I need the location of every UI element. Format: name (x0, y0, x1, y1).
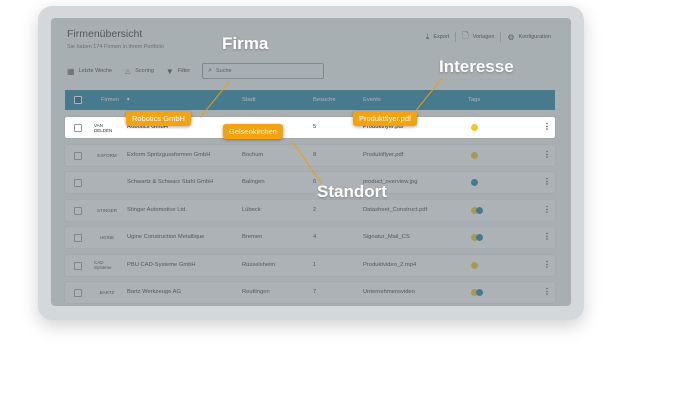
city: Bremen (242, 234, 263, 240)
table-row[interactable]: BARTZ Bartz Werkzeuge AG Reutlingen 7 Untern… (65, 282, 555, 303)
visits: 8 (313, 151, 317, 158)
header-tags[interactable]: Tags (468, 97, 480, 103)
callout-standort-value: Gelsenkirchen (223, 124, 283, 139)
filter-label: Filter (177, 68, 191, 74)
top-actions: ⤓ Export 🗋 Vorlagen ⚙ Konfiguration (420, 30, 557, 44)
tag-dot[interactable] (471, 151, 478, 159)
search-input[interactable]: ⌕ Suche (202, 63, 325, 79)
konfiguration-label: Konfiguration (518, 34, 551, 40)
table-row[interactable]: STINGER Stinger Automotive Ltd. Lübeck 2 Dat… (65, 199, 555, 221)
event[interactable]: Unternehmensvideo (363, 289, 415, 295)
table-row[interactable]: CAD Systeme PBU CAD-Systeme GmbH Rüsselshe… (65, 254, 555, 276)
city: Balingen (242, 179, 265, 185)
document-icon: 🗋 (462, 31, 469, 40)
event[interactable]: Produktflyer.pdf (363, 152, 403, 158)
table-row[interactable]: EXFORM Exform Spritzgussformen GmbH Bochum… (65, 144, 555, 166)
callout-interesse-value: Produktflyer.pdf (353, 111, 418, 126)
more-options-icon[interactable]: ⋮ (543, 232, 551, 241)
tag-dot[interactable] (471, 179, 478, 186)
company-logo (94, 176, 120, 189)
table-row[interactable]: Schwartz & Schwarz Stahl GmbH Balingen 6 pr… (65, 172, 555, 193)
period-button[interactable]: ▦ Letzte Woche (67, 67, 112, 76)
header-besuche[interactable]: Besuche (313, 97, 336, 103)
page-title: Firmenübersicht (67, 28, 143, 40)
company-name[interactable]: Stinger Automotive Ltd. (127, 207, 187, 213)
header-stadt[interactable]: Stadt (242, 97, 256, 103)
vorlagen-label: Vorlagen (472, 34, 495, 40)
company-logo: STINGER (96, 207, 117, 213)
company-logo: EXFORM (97, 152, 117, 158)
download-icon: ⤓ (425, 32, 430, 41)
tag-dot[interactable] (476, 206, 483, 214)
city: Reutlingen (242, 289, 270, 295)
scoring-button[interactable]: ♨ Scoring (124, 67, 154, 76)
more-options-icon[interactable]: ⋮ (543, 150, 551, 159)
header-events[interactable]: Events (363, 97, 381, 103)
annotation-standort: Standort (317, 182, 387, 201)
flame-icon: ♨ (124, 66, 132, 76)
visits: 4 (313, 234, 317, 240)
search-icon: ⌕ (208, 67, 212, 74)
more-options-icon[interactable]: ⋮ (543, 177, 551, 186)
more-options-icon[interactable]: ⋮ (543, 260, 551, 269)
tag-dot[interactable] (476, 234, 483, 241)
row-checkbox[interactable] (74, 206, 82, 215)
gear-icon: ⚙ (507, 32, 515, 42)
company-name[interactable]: Ugine Construction Metallique (127, 234, 204, 240)
event[interactable]: Signatur_Mail_CS (363, 234, 410, 240)
company-logo: BARTZ (99, 290, 115, 295)
event[interactable]: Produktvideo_2.mp4 (363, 262, 416, 268)
annotation-interesse: Interesse (439, 57, 514, 76)
konfiguration-button[interactable]: ⚙ Konfiguration (501, 33, 557, 42)
tag-dot[interactable] (471, 261, 478, 269)
company-name[interactable]: Exform Spritzgussformen GmbH (127, 152, 210, 158)
row-checkbox[interactable] (74, 261, 82, 270)
table-row[interactable]: UGINE Ugine Construction Metallique Bremen… (65, 227, 555, 248)
select-all-checkbox[interactable] (74, 96, 82, 104)
export-button[interactable]: ⤓ Export (420, 32, 455, 42)
visits: 6 (313, 179, 317, 185)
more-options-icon[interactable]: ⋮ (543, 287, 551, 296)
search-placeholder: Suche (216, 68, 232, 74)
company-logo: UGINE (99, 235, 115, 240)
filter-button[interactable]: ▼ Filter (166, 67, 190, 76)
more-options-icon[interactable]: ⋮ (543, 205, 551, 214)
visits: 1 (313, 261, 317, 268)
calendar-icon: ▦ (67, 66, 75, 76)
callout-firma-value: Robotics GmbH (126, 111, 191, 126)
row-checkbox[interactable] (74, 179, 82, 187)
scoring-label: Scoring (135, 68, 154, 74)
toolbar: ▦ Letzte Woche ♨ Scoring ▼ Filter ⌕ Such… (67, 63, 325, 79)
header-firmen[interactable]: Firmen ▾ (101, 97, 130, 103)
company-name[interactable]: Schwartz & Schwarz Stahl GmbH (127, 179, 213, 185)
visits: 2 (313, 206, 317, 213)
table-header: Firmen ▾ Stadt Besuche Events Tags (65, 90, 555, 110)
event[interactable]: Datasheet_Construct.pdf (363, 207, 427, 213)
city: Lübeck (242, 206, 261, 213)
city: Rüsselsheim (242, 261, 276, 268)
filter-icon: ▼ (165, 66, 174, 76)
vorlagen-button[interactable]: 🗋 Vorlagen (456, 30, 500, 44)
visits: 7 (313, 289, 317, 295)
company-name[interactable]: PBU CAD-Systeme GmbH (127, 262, 196, 268)
city: Bochum (242, 151, 264, 158)
sort-down-icon: ▾ (126, 97, 130, 103)
company-logo: CAD Systeme (94, 260, 112, 270)
period-label: Letzte Woche (78, 68, 113, 74)
row-checkbox[interactable] (74, 234, 82, 242)
company-name[interactable]: Bartz Werkzeuge AG (127, 289, 181, 295)
tag-dot[interactable] (476, 289, 483, 296)
row-checkbox[interactable] (74, 151, 82, 160)
export-label: Export (433, 34, 450, 40)
row-checkbox[interactable] (74, 289, 82, 297)
annotation-firma: Firma (222, 34, 269, 53)
page-subtitle: Sie haben 174 Firmen in ihrem Portfolio (67, 44, 164, 50)
